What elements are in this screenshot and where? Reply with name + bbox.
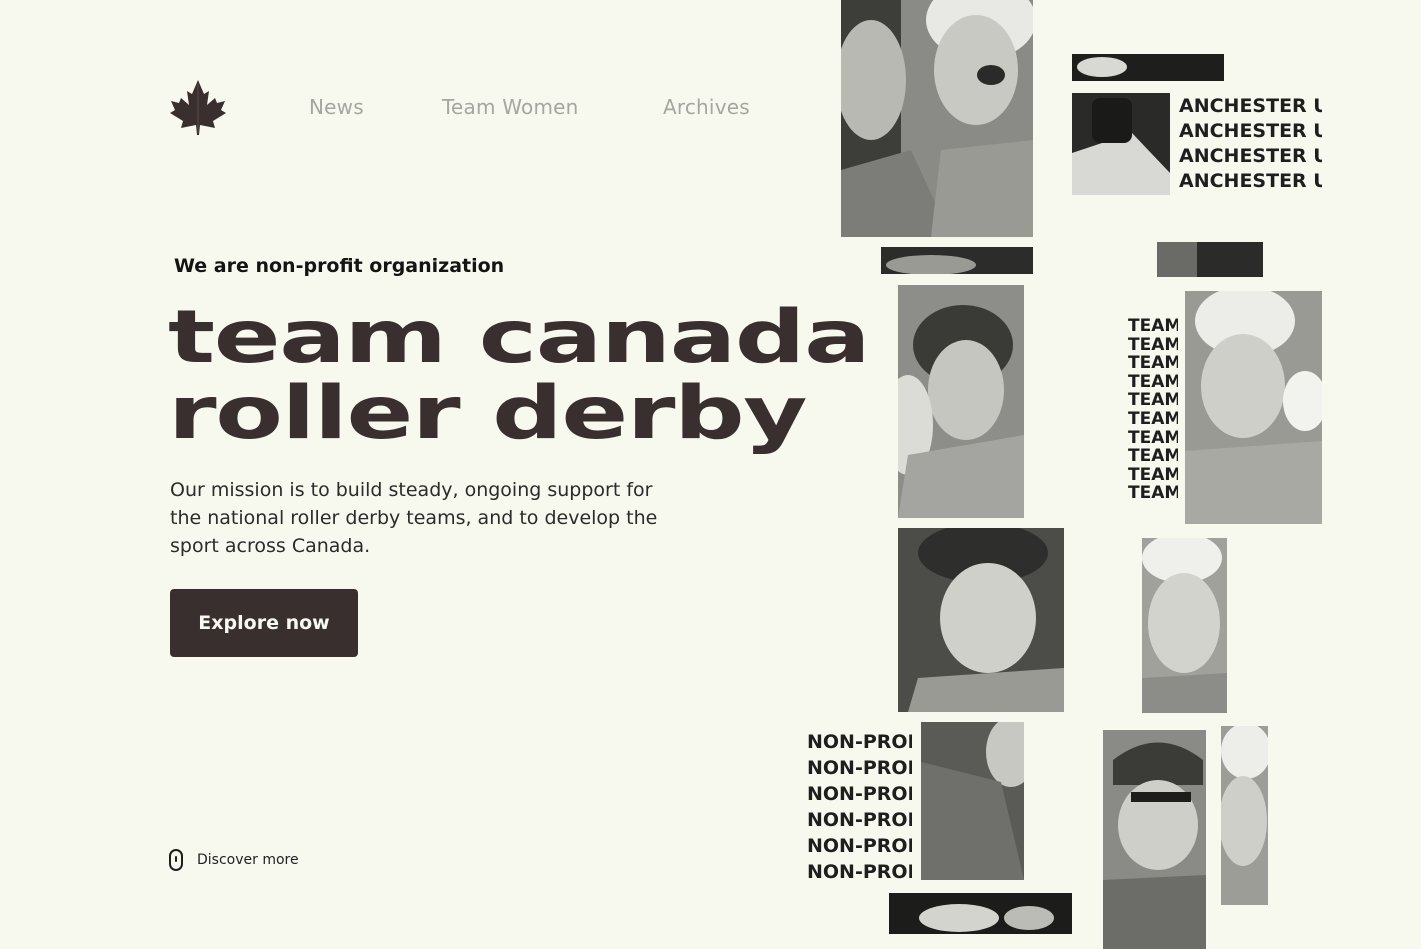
photo-skater-visor: [898, 285, 1024, 518]
repeat-line: NON-PROF: [807, 861, 912, 883]
repeat-line: TEAM: [1128, 334, 1178, 355]
discover-more-label: Discover more: [197, 852, 299, 868]
repeat-line: TEAM: [1128, 446, 1178, 467]
repeat-line: NON-PROF: [807, 835, 912, 857]
photo-skater-smiling: [898, 528, 1064, 712]
repeat-text-manchester: ANCHESTER UK ANCHESTER UK ANCHESTER UK A…: [1179, 94, 1322, 194]
nav-link-archives[interactable]: Archives: [663, 95, 750, 119]
photo-wrist-hand: [1072, 93, 1170, 195]
repeat-line: TEAM: [1128, 464, 1178, 485]
repeat-line: TEAM: [1128, 390, 1178, 411]
repeat-line: TEAM: [1128, 317, 1178, 336]
repeat-line: NON-PROF: [807, 757, 912, 779]
hero-title-line2: roller derby: [168, 371, 808, 456]
logo-maple-leaf-icon[interactable]: [169, 79, 227, 135]
repeat-line: ANCHESTER UK: [1179, 120, 1322, 142]
repeat-text-team: TEAM TEAM TEAM TEAM TEAM TEAM TEAM TEAM …: [1128, 317, 1178, 505]
repeat-text-nonprofit: NON-PROF NON-PROF NON-PROF NON-PROF NON-…: [807, 729, 912, 887]
repeat-line: TEAM: [1128, 427, 1178, 448]
discover-more-link[interactable]: Discover more: [169, 849, 299, 871]
repeat-line: NON-PROF: [807, 809, 912, 831]
nav-link-news[interactable]: News: [309, 95, 364, 119]
photo-skaters-laughing: [841, 0, 1033, 237]
mission-text: Our mission is to build steady, ongoing …: [170, 479, 658, 557]
photo-hug: [921, 722, 1024, 880]
repeat-line: TEAM: [1128, 353, 1178, 374]
repeat-line: TEAM: [1128, 483, 1178, 504]
photo-fan-cap: [1103, 730, 1206, 949]
eyebrow-text: We are non-profit organization: [174, 255, 505, 277]
hero-title-line1: team canada: [168, 295, 871, 380]
photo-strip-mid: [881, 247, 1033, 274]
repeat-line: TEAM: [1128, 408, 1178, 429]
photo-strip-top: [1072, 54, 1224, 81]
repeat-line: ANCHESTER UK: [1179, 95, 1322, 117]
nav-link-team-women[interactable]: Team Women: [442, 95, 579, 119]
photo-skater-edge: [1221, 726, 1268, 905]
repeat-line: ANCHESTER UK: [1179, 145, 1322, 167]
photo-strip-dark: [1157, 242, 1263, 277]
explore-now-button[interactable]: Explore now: [170, 589, 358, 657]
repeat-line: NON-PROF: [807, 783, 912, 805]
photo-skater-helmet-right: [1185, 291, 1322, 524]
photo-hands-strip: [889, 893, 1072, 934]
photo-skater-white-helmet: [1142, 538, 1227, 713]
repeat-line: ANCHESTER UK: [1179, 170, 1322, 192]
mouse-scroll-icon: [169, 849, 183, 871]
repeat-line: NON-PROF: [807, 731, 912, 753]
repeat-line: TEAM: [1128, 371, 1178, 392]
hero-title: team canada roller derby: [168, 300, 871, 452]
